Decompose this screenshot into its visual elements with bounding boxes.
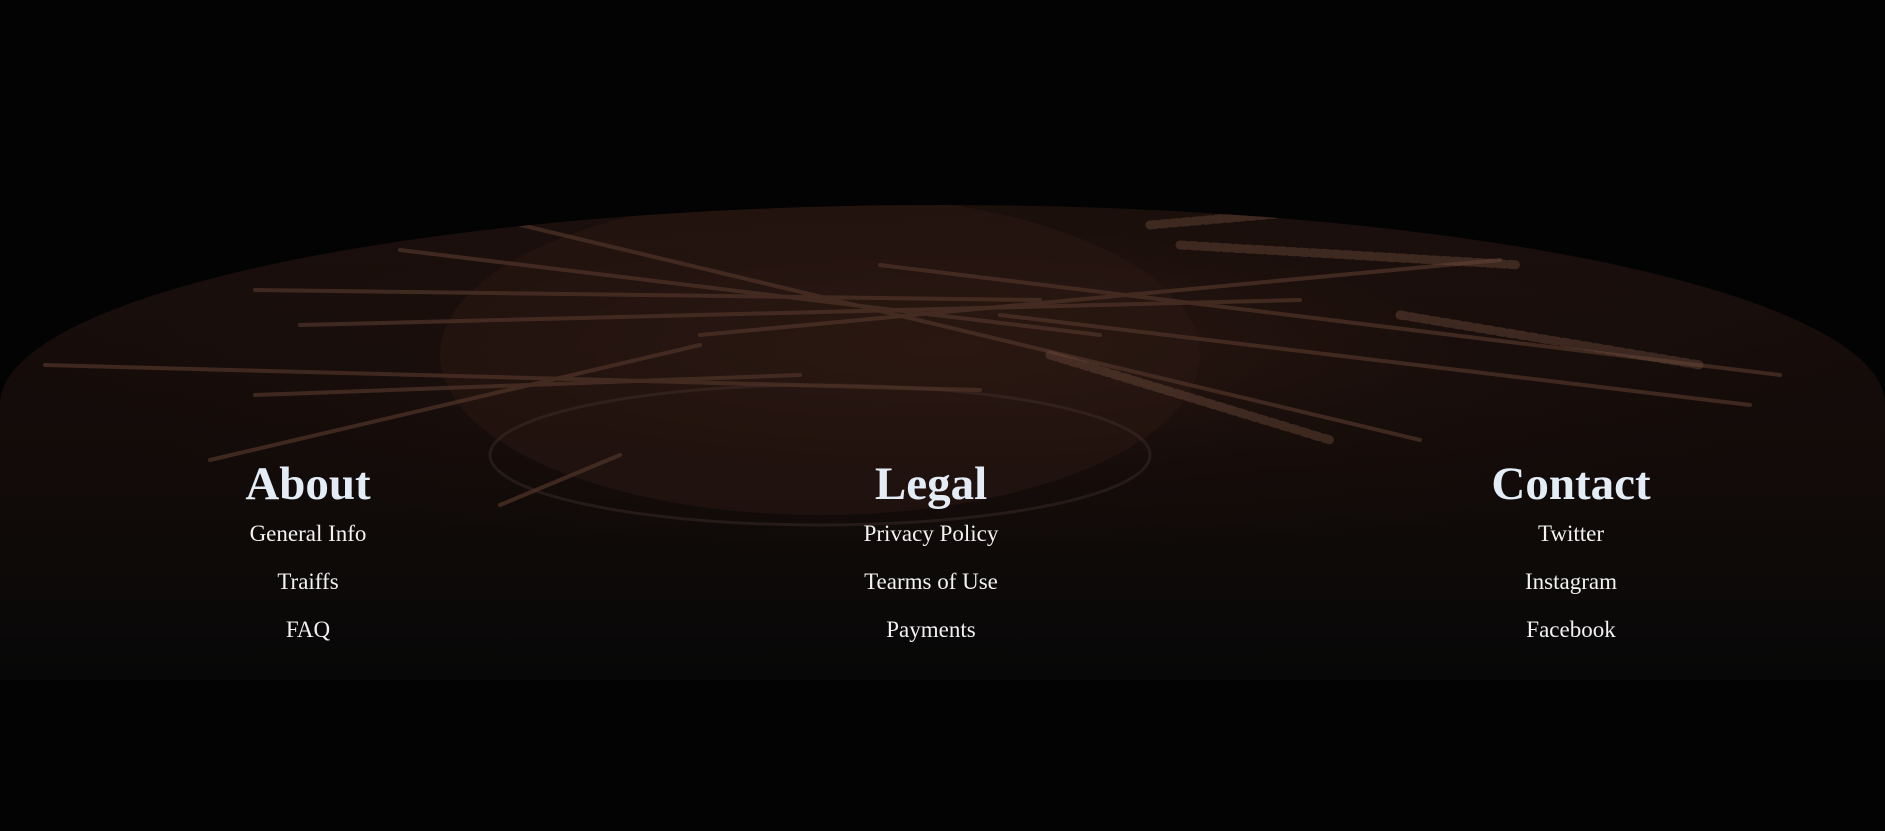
instagram-link[interactable]: Instagram — [1525, 569, 1617, 594]
privacy-policy-link[interactable]: Privacy Policy — [864, 521, 999, 546]
footer-link-payments: Payments — [731, 606, 1131, 654]
footer-columns: About General Info Traiffs FAQ Legal Pri… — [0, 0, 1885, 831]
traiffs-link[interactable]: Traiffs — [277, 569, 338, 594]
footer-link-privacy-policy: Privacy Policy — [731, 510, 1131, 558]
facebook-link[interactable]: Facebook — [1526, 617, 1615, 642]
faq-link[interactable]: FAQ — [286, 617, 330, 642]
about-heading: About — [245, 458, 371, 510]
about-column: About General Info Traiffs FAQ — [108, 458, 508, 654]
footer-link-faq: FAQ — [108, 606, 508, 654]
twitter-link[interactable]: Twitter — [1538, 521, 1604, 546]
contact-heading: Contact — [1491, 458, 1651, 510]
footer-link-terms-of-use: Tearms of Use — [731, 558, 1131, 606]
footer-link-general-info: General Info — [108, 510, 508, 558]
general-info-link[interactable]: General Info — [250, 521, 367, 546]
legal-column: Legal Privacy Policy Tearms of Use Payme… — [731, 458, 1131, 654]
page: About General Info Traiffs FAQ Legal Pri… — [0, 0, 1885, 831]
legal-heading: Legal — [874, 458, 988, 510]
footer-link-traiffs: Traiffs — [108, 558, 508, 606]
footer-link-facebook: Facebook — [1371, 606, 1771, 654]
footer-link-twitter: Twitter — [1371, 510, 1771, 558]
payments-link[interactable]: Payments — [886, 617, 975, 642]
footer-link-instagram: Instagram — [1371, 558, 1771, 606]
contact-column: Contact Twitter Instagram Facebook — [1371, 458, 1771, 654]
legal-links: Privacy Policy Tearms of Use Payments — [731, 510, 1131, 654]
terms-of-use-link[interactable]: Tearms of Use — [864, 569, 998, 594]
about-links: General Info Traiffs FAQ — [108, 510, 508, 654]
contact-links: Twitter Instagram Facebook — [1371, 510, 1771, 654]
